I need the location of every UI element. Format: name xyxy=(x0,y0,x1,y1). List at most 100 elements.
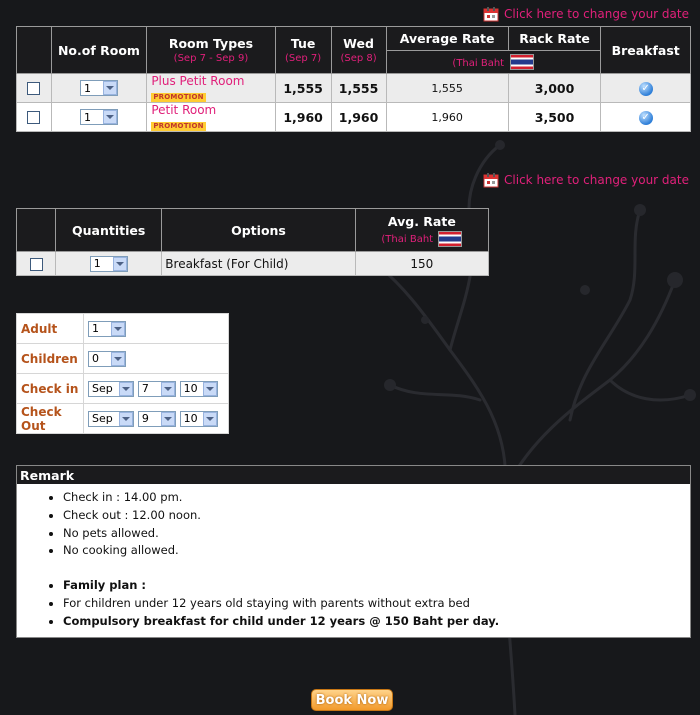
children-value: 0 xyxy=(92,352,99,365)
adult-value: 1 xyxy=(92,322,99,335)
checkout-year-select[interactable]: 10 xyxy=(179,410,218,427)
room-types-header: Room Types (Sep 7 - Sep 9) xyxy=(146,26,276,74)
adult-label: Adult xyxy=(16,313,84,344)
thai-flag-icon xyxy=(510,54,535,71)
room-types-label: Room Types xyxy=(168,36,254,51)
chevron-down-icon xyxy=(202,411,217,426)
calendar-icon xyxy=(483,7,499,22)
currency-label: (Thai Baht xyxy=(452,57,505,69)
promotion-badge: PROMOTION xyxy=(151,121,206,131)
select-column-header xyxy=(15,208,57,252)
checkin-month-select[interactable]: Sep xyxy=(88,380,134,397)
chevron-down-icon xyxy=(102,110,117,124)
chevron-down-icon xyxy=(160,411,175,426)
wed-rate: 1,555 xyxy=(330,73,387,103)
room-select-checkbox[interactable] xyxy=(27,82,41,95)
checkout-year-value: 10 xyxy=(183,412,198,425)
option-rate: 150 xyxy=(354,251,490,276)
average-rate-header: Average Rate xyxy=(385,26,509,51)
remark-panel: Remark Check in : 14.00 pm. Check out : … xyxy=(16,465,691,638)
remark-item: Check out : 12.00 noon. xyxy=(63,507,690,525)
option-qty-value: 1 xyxy=(93,257,101,270)
adult-select[interactable]: 1 xyxy=(88,320,126,337)
option-row: 1 Breakfast (For Child) 150 xyxy=(15,251,490,276)
checkout-month-value: Sep xyxy=(92,412,113,425)
breakfast-header: Breakfast xyxy=(600,26,691,74)
checkin-year-value: 10 xyxy=(183,382,198,395)
checkin-day-select[interactable]: 7 xyxy=(137,380,176,397)
avg-rate-label: Avg. Rate xyxy=(387,213,456,229)
room-select-checkbox[interactable] xyxy=(27,111,41,124)
date-range-label: (Sep 7 - Sep 9) xyxy=(173,53,249,64)
checkin-day-value: 7 xyxy=(141,382,149,395)
quantities-header: Quantities xyxy=(55,208,163,252)
currency-label: (Thai Baht xyxy=(381,233,434,245)
remark-spacer xyxy=(63,560,690,577)
wed-date-label: (Sep 8) xyxy=(340,53,377,64)
checkout-day-select[interactable]: 9 xyxy=(137,410,176,427)
change-date-link[interactable]: Click here to change your date xyxy=(483,4,689,24)
tue-date-label: (Sep 7) xyxy=(284,53,322,64)
room-name-link[interactable]: Plus Petit Room xyxy=(151,74,274,88)
option-name: Breakfast (For Child) xyxy=(161,251,356,276)
wed-rate: 1,960 xyxy=(330,102,387,132)
chevron-down-icon xyxy=(119,411,133,426)
remark-item: No cooking allowed. xyxy=(63,542,690,560)
option-qty-select[interactable]: 1 xyxy=(89,255,128,272)
remark-item: Check in : 14.00 pm. xyxy=(63,489,690,507)
chevron-down-icon xyxy=(202,381,217,396)
tue-rate: 1,555 xyxy=(274,73,332,103)
checkin-label: Check in xyxy=(16,373,84,404)
booking-form: Adult 1 Children 0 Check in Sep 7 10 Che… xyxy=(16,313,229,434)
select-column-header xyxy=(16,26,52,74)
room-name-link[interactable]: Petit Room xyxy=(151,103,274,117)
remark-item: Compulsory breakfast for child under 12 … xyxy=(63,613,690,631)
average-rate: 1,960 xyxy=(385,102,509,132)
change-date-link[interactable]: Click here to change your date xyxy=(483,170,689,190)
room-row: 1 Plus Petit Room PROMOTION 1,555 1,555 … xyxy=(16,73,691,103)
rack-rate: 3,500 xyxy=(507,102,602,132)
room-qty-value: 1 xyxy=(83,110,91,124)
wed-label: Wed xyxy=(343,36,374,51)
remark-list: Check in : 14.00 pm. Check out : 12.00 n… xyxy=(17,489,690,631)
option-select-checkbox[interactable] xyxy=(29,257,43,271)
checkout-label: Check Out xyxy=(16,403,84,434)
calendar-icon xyxy=(483,173,499,188)
checkin-month-value: Sep xyxy=(92,382,113,395)
checkout-month-select[interactable]: Sep xyxy=(88,410,134,427)
no-of-room-header: No.of Room xyxy=(50,26,148,74)
room-qty-value: 1 xyxy=(83,81,91,95)
breakfast-included-icon: ✓ xyxy=(638,82,653,96)
room-rates-table: No.of Room Room Types (Sep 7 - Sep 9) Tu… xyxy=(16,26,691,132)
change-date-text[interactable]: Click here to change your date xyxy=(504,7,689,21)
children-label: Children xyxy=(16,343,84,374)
rack-rate-header: Rack Rate xyxy=(507,26,602,51)
remark-item: Family plan : xyxy=(63,577,690,595)
rack-rate: 3,000 xyxy=(507,73,602,103)
chevron-down-icon xyxy=(111,351,125,366)
promotion-badge: PROMOTION xyxy=(151,92,206,102)
avg-rate-header: Avg. Rate (Thai Baht xyxy=(354,208,490,252)
tue-rate: 1,960 xyxy=(274,102,332,132)
currency-sub: (Thai Baht xyxy=(356,230,488,247)
currency-header: (Thai Baht xyxy=(385,50,602,74)
book-now-button[interactable]: Book Now xyxy=(311,689,393,711)
checkin-year-select[interactable]: 10 xyxy=(179,380,218,397)
chevron-down-icon xyxy=(102,81,117,95)
change-date-text[interactable]: Click here to change your date xyxy=(504,173,689,187)
chevron-down-icon xyxy=(112,256,127,271)
chevron-down-icon xyxy=(160,381,175,396)
tue-header: Tue (Sep 7) xyxy=(274,26,332,74)
room-qty-select[interactable]: 1 xyxy=(79,80,118,96)
chevron-down-icon xyxy=(111,321,125,336)
wed-header: Wed (Sep 8) xyxy=(330,26,387,74)
children-select[interactable]: 0 xyxy=(88,350,126,367)
options-header: Options xyxy=(161,208,356,252)
room-qty-select[interactable]: 1 xyxy=(79,109,118,125)
average-rate: 1,555 xyxy=(385,73,509,103)
room-row: 1 Petit Room PROMOTION 1,960 1,960 1,960… xyxy=(16,102,691,132)
remark-item: For children under 12 years old staying … xyxy=(63,595,690,613)
thai-flag-icon xyxy=(438,230,463,247)
checkout-day-value: 9 xyxy=(141,412,149,425)
options-table: Quantities Options Avg. Rate (Thai Baht … xyxy=(15,208,490,276)
